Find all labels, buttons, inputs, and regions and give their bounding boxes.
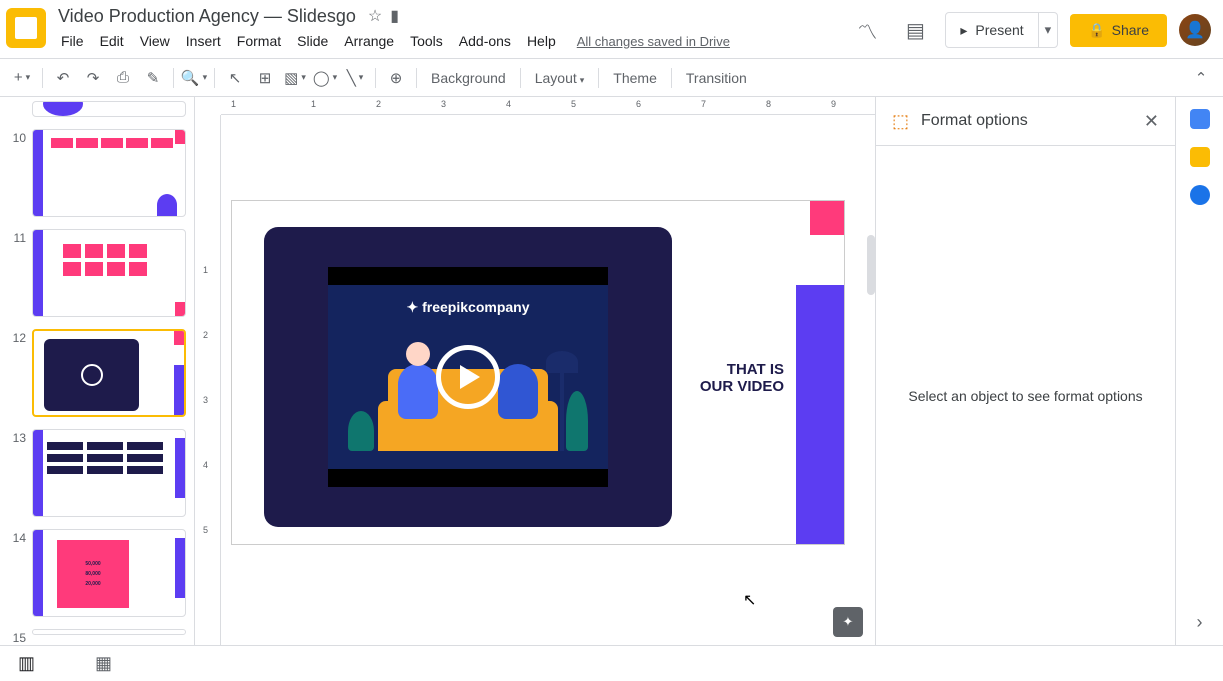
tasks-addon-icon[interactable] <box>1190 185 1210 205</box>
slide-canvas[interactable]: ✦ freepikcompany <box>221 115 875 645</box>
new-slide-button[interactable]: + <box>8 64 36 92</box>
present-dropdown[interactable]: ▾ <box>1038 13 1058 47</box>
undo-button[interactable]: ↶ <box>49 64 77 92</box>
horizontal-ruler: 1 1 2 3 4 5 6 7 8 9 <box>221 97 875 115</box>
menu-file[interactable]: File <box>54 29 91 53</box>
menu-format[interactable]: Format <box>230 29 288 53</box>
format-options-body: Select an object to see format options <box>876 145 1175 645</box>
line-tool[interactable]: ╲ <box>341 64 369 92</box>
slide-thumb-11[interactable] <box>32 229 186 317</box>
close-panel-button[interactable]: ✕ <box>1144 111 1159 132</box>
thumb-number: 12 <box>4 331 26 345</box>
shape-tool[interactable]: ◯ <box>311 64 339 92</box>
folder-icon[interactable]: ▮ <box>390 6 399 26</box>
transition-button[interactable]: Transition <box>678 70 755 86</box>
expand-rail-icon[interactable]: › <box>1197 612 1203 633</box>
star-icon[interactable]: ☆ <box>368 6 382 26</box>
slide-thumb-12[interactable] <box>32 329 186 417</box>
save-status[interactable]: All changes saved in Drive <box>577 34 730 49</box>
layout-button[interactable]: Layout <box>527 70 593 86</box>
slide-title-text[interactable]: THAT IS OUR VIDEO <box>700 361 784 396</box>
present-label: Present <box>975 22 1023 38</box>
play-button-icon[interactable] <box>436 345 500 409</box>
mouse-cursor-icon: ↖ <box>743 590 756 610</box>
video-brand-text: ✦ freepikcompany <box>328 299 608 316</box>
slide-thumb-14[interactable]: 50,00080,00020,000 <box>32 529 186 617</box>
thumb-number: 15 <box>4 631 26 645</box>
menu-slide[interactable]: Slide <box>290 29 335 53</box>
footer: ▥ ▦ <box>0 645 1223 681</box>
comments-icon[interactable]: ▤ <box>897 12 933 48</box>
image-tool[interactable]: ▧ <box>281 64 309 92</box>
decoration-pink <box>810 201 844 235</box>
slide-thumb-13[interactable] <box>32 429 186 517</box>
filmstrip-view-icon[interactable]: ▥ <box>18 653 35 674</box>
share-label: Share <box>1112 22 1149 38</box>
slide-thumb-10[interactable] <box>32 129 186 217</box>
format-options-icon: ⬚ <box>892 111 909 132</box>
thumb-number: 10 <box>4 131 26 145</box>
menu-edit[interactable]: Edit <box>93 29 131 53</box>
paint-format-button[interactable]: ✎ <box>139 64 167 92</box>
background-button[interactable]: Background <box>423 70 514 86</box>
slides-logo[interactable] <box>6 8 46 48</box>
activity-icon[interactable]: 〽 <box>849 12 885 48</box>
thumb-number: 13 <box>4 431 26 445</box>
menu-tools[interactable]: Tools <box>403 29 450 53</box>
calendar-addon-icon[interactable] <box>1190 109 1210 129</box>
explore-button[interactable]: ✦ <box>833 607 863 637</box>
toolbar: + ↶ ↷ ⎙ ✎ 🔍 ↖ ⊞ ▧ ◯ ╲ ⊕ Background Layou… <box>0 59 1223 97</box>
zoom-button[interactable]: 🔍 <box>180 64 208 92</box>
decoration-purple <box>796 285 844 544</box>
current-slide[interactable]: ✦ freepikcompany <box>231 200 845 545</box>
format-options-panel: ⬚ Format options ✕ Select an object to s… <box>875 97 1175 645</box>
side-rail: › <box>1175 97 1223 645</box>
comment-button[interactable]: ⊕ <box>382 64 410 92</box>
thumb-number: 11 <box>4 231 26 245</box>
menu-arrange[interactable]: Arrange <box>337 29 401 53</box>
slide-thumbnails[interactable]: 10 11 12 13 14 50,00080,00020,000 15 <box>0 97 195 645</box>
theme-button[interactable]: Theme <box>605 70 665 86</box>
menu-help[interactable]: Help <box>520 29 563 53</box>
share-button[interactable]: 🔒 Share <box>1070 14 1167 47</box>
select-tool[interactable]: ↖ <box>221 64 249 92</box>
thumb-number: 14 <box>4 531 26 545</box>
textbox-tool[interactable]: ⊞ <box>251 64 279 92</box>
slide-thumb-9-partial[interactable] <box>32 101 186 117</box>
format-options-title: Format options <box>921 112 1132 130</box>
menu-insert[interactable]: Insert <box>179 29 228 53</box>
menu-addons[interactable]: Add-ons <box>452 29 518 53</box>
account-avatar[interactable]: 👤 <box>1179 14 1211 46</box>
print-button[interactable]: ⎙ <box>109 64 137 92</box>
embedded-video[interactable]: ✦ freepikcompany <box>264 227 672 527</box>
keep-addon-icon[interactable] <box>1190 147 1210 167</box>
slide-thumb-15-partial[interactable] <box>32 629 186 635</box>
scrollbar-thumb[interactable] <box>867 235 875 295</box>
grid-view-icon[interactable]: ▦ <box>95 653 112 674</box>
menu-view[interactable]: View <box>133 29 177 53</box>
document-title[interactable]: Video Production Agency — Slidesgo <box>54 5 360 28</box>
redo-button[interactable]: ↷ <box>79 64 107 92</box>
present-icon: ▸ <box>960 22 967 39</box>
vertical-ruler: 1 2 3 4 5 <box>195 115 221 645</box>
present-button[interactable]: ▸ Present ▾ <box>945 12 1058 48</box>
collapse-toolbar-button[interactable]: ⌃ <box>1187 64 1215 92</box>
